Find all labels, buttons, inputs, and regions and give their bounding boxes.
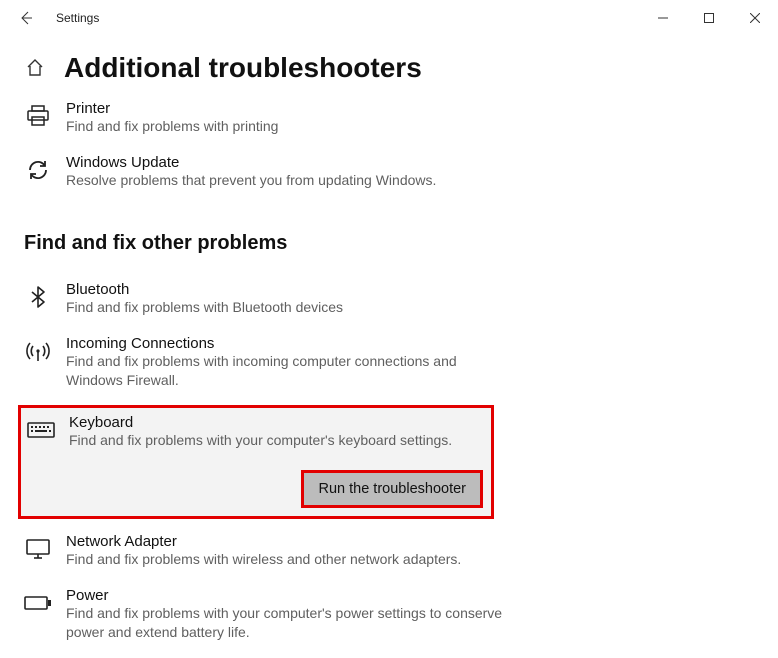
troubleshooter-keyboard-selected: Keyboard Find and fix problems with your… (18, 405, 494, 519)
item-title: Windows Update (66, 154, 436, 171)
antenna-icon (24, 337, 52, 365)
keyboard-icon (27, 416, 55, 444)
monitor-icon (24, 535, 52, 563)
minimize-button[interactable] (640, 3, 686, 33)
item-desc: Find and fix problems with incoming comp… (66, 352, 506, 390)
update-icon (24, 156, 52, 184)
item-title: Power (66, 587, 506, 604)
back-button[interactable] (18, 10, 34, 26)
bluetooth-icon (24, 283, 52, 311)
troubleshooter-bluetooth[interactable]: Bluetooth Find and fix problems with Blu… (24, 273, 754, 327)
window-title: Settings (56, 11, 99, 25)
printer-icon (24, 102, 52, 130)
item-desc: Find and fix problems with wireless and … (66, 550, 461, 569)
item-desc: Find and fix problems with your computer… (69, 431, 452, 450)
item-desc: Find and fix problems with Bluetooth dev… (66, 298, 343, 317)
item-desc: Find and fix problems with printing (66, 117, 278, 136)
item-title: Network Adapter (66, 533, 461, 550)
troubleshooter-power[interactable]: Power Find and fix problems with your co… (24, 579, 754, 652)
troubleshooter-windows-update[interactable]: Windows Update Resolve problems that pre… (24, 146, 754, 200)
maximize-button[interactable] (686, 3, 732, 33)
troubleshooter-printer[interactable]: Printer Find and fix problems with print… (24, 92, 754, 146)
battery-icon (24, 589, 52, 617)
page-title: Additional troubleshooters (64, 52, 422, 84)
item-title: Incoming Connections (66, 335, 506, 352)
troubleshooter-network-adapter[interactable]: Network Adapter Find and fix problems wi… (24, 525, 754, 579)
item-title: Bluetooth (66, 281, 343, 298)
section-title: Find and fix other problems (24, 232, 754, 255)
item-title: Printer (66, 100, 278, 117)
item-desc: Resolve problems that prevent you from u… (66, 171, 436, 190)
item-desc: Find and fix problems with your computer… (66, 604, 506, 642)
run-troubleshooter-button[interactable]: Run the troubleshooter (301, 470, 483, 508)
close-button[interactable] (732, 3, 778, 33)
item-title: Keyboard (69, 414, 452, 431)
troubleshooter-incoming-connections[interactable]: Incoming Connections Find and fix proble… (24, 327, 754, 400)
troubleshooter-keyboard[interactable]: Keyboard Find and fix problems with your… (27, 414, 483, 450)
home-icon[interactable] (24, 57, 46, 79)
